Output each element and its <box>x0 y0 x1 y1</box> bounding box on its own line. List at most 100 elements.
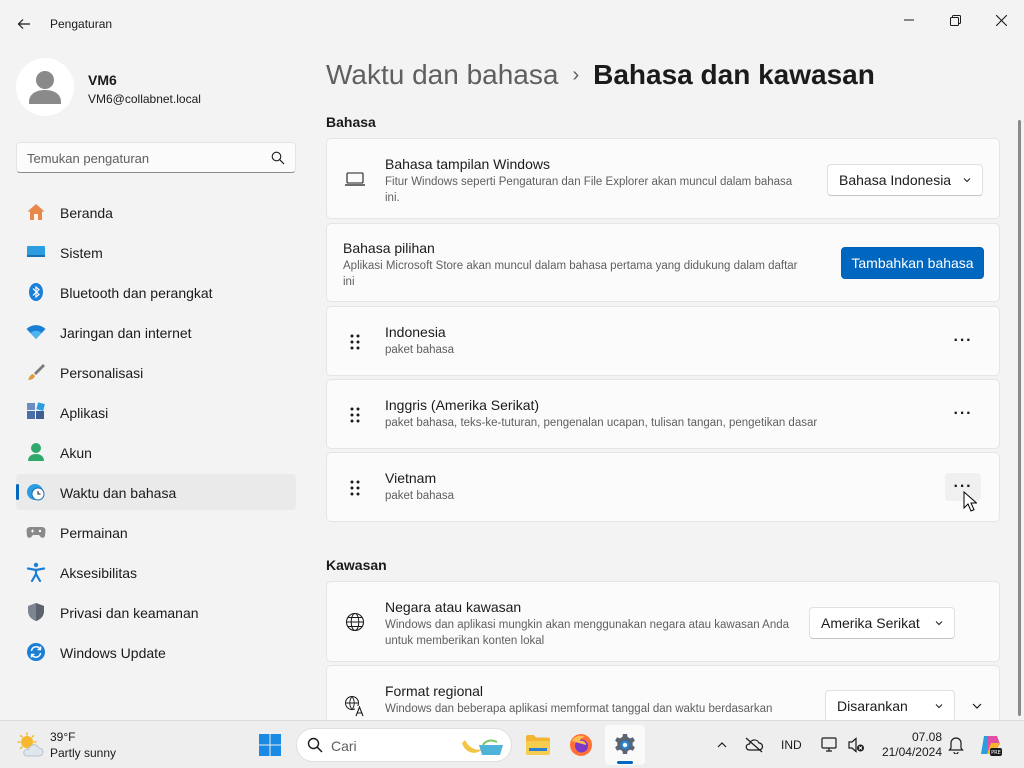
back-button[interactable] <box>10 10 38 38</box>
account-icon <box>26 442 46 462</box>
sidebar-item-permainan[interactable]: Permainan <box>16 514 296 550</box>
partly-sunny-icon[interactable] <box>16 731 44 759</box>
country-region-card: Negara atau kawasan Windows dan aplikasi… <box>326 581 1000 662</box>
language-item-indonesia[interactable]: Indonesia paket bahasa ··· <box>326 306 1000 376</box>
firefox-button[interactable] <box>561 725 601 765</box>
scrollbar[interactable] <box>1018 120 1021 716</box>
start-button[interactable] <box>250 725 290 765</box>
chevron-down-icon <box>963 178 971 183</box>
language-desc: paket bahasa, teks-ke-tuturan, pengenala… <box>385 417 818 429</box>
profile-email: VM6@collabnet.local <box>88 92 201 106</box>
preferred-languages-title: Bahasa pilihan <box>343 240 435 256</box>
drag-handle-icon[interactable] <box>347 478 363 498</box>
speaker-muted-icon <box>848 737 864 753</box>
language-name: Indonesia <box>385 324 446 340</box>
input-language-indicator[interactable]: IND <box>781 738 802 752</box>
clock-date: 21/04/2024 <box>881 745 942 759</box>
sidebar-item-personalisasi[interactable]: Personalisasi <box>16 354 296 390</box>
breadcrumb: Waktu dan bahasa › Bahasa dan kawasan <box>326 59 875 91</box>
minimize-button[interactable] <box>886 4 932 36</box>
volume-status[interactable] <box>844 733 868 757</box>
sidebar-item-label: Waktu dan bahasa <box>60 485 177 501</box>
more-options-button[interactable]: ··· <box>945 327 981 355</box>
sidebar-item-label: Jaringan dan internet <box>60 325 192 341</box>
language-desc: paket bahasa <box>385 344 455 356</box>
bell-icon <box>948 737 964 754</box>
language-item-vietnam[interactable]: Vietnam paket bahasa ··· <box>326 452 1000 522</box>
search-icon <box>307 737 323 753</box>
chevron-down-icon <box>935 704 943 709</box>
sidebar-item-label: Aksesibilitas <box>60 565 138 581</box>
breadcrumb-parent[interactable]: Waktu dan bahasa <box>326 59 558 91</box>
settings-search[interactable] <box>16 142 296 173</box>
sidebar-item-aplikasi[interactable]: Aplikasi <box>16 394 296 430</box>
gamepad-icon <box>26 522 46 542</box>
weather-description[interactable]: Partly sunny <box>50 746 116 760</box>
country-region-dropdown[interactable]: Amerika Serikat <box>809 607 955 639</box>
sidebar-item-label: Personalisasi <box>60 365 144 381</box>
user-profile[interactable]: VM6 VM6@collabnet.local <box>16 58 296 118</box>
sidebar-item-label: Aplikasi <box>60 405 109 421</box>
search-icon <box>271 151 285 165</box>
sidebar-item-label: Privasi dan keamanan <box>60 605 199 621</box>
sidebar-item-label: Akun <box>60 445 92 461</box>
restore-button[interactable] <box>932 4 978 36</box>
restore-icon <box>949 14 961 26</box>
sidebar-item-jaringan[interactable]: Jaringan dan internet <box>16 314 296 350</box>
laptop-icon <box>343 167 367 191</box>
sidebar-item-label: Permainan <box>60 525 128 541</box>
network-status[interactable] <box>818 733 842 757</box>
preferred-languages-card: Bahasa pilihan Aplikasi Microsoft Store … <box>326 223 1000 302</box>
accessibility-icon <box>26 562 46 582</box>
sidebar-item-label: Beranda <box>60 205 113 221</box>
expand-chevron-icon[interactable] <box>971 700 983 712</box>
close-button[interactable] <box>978 4 1024 36</box>
system-clock[interactable]: 07.08 21/04/2024 <box>870 730 942 760</box>
sidebar-item-windows-update[interactable]: Windows Update <box>16 634 296 670</box>
language-name: Vietnam <box>385 470 437 486</box>
sidebar-item-beranda[interactable]: Beranda <box>16 194 296 230</box>
regional-format-desc: Windows dan beberapa aplikasi memformat … <box>385 703 773 715</box>
more-icon: ··· <box>953 332 973 349</box>
close-icon <box>995 14 1007 26</box>
sidebar-item-sistem[interactable]: Sistem <box>16 234 296 270</box>
dropdown-value: Bahasa Indonesia <box>839 172 952 188</box>
display-language-dropdown[interactable]: Bahasa Indonesia <box>827 164 983 196</box>
mouse-cursor-icon <box>963 491 977 512</box>
cloud-offline-icon <box>745 737 764 753</box>
weather-temperature[interactable]: 39°F <box>50 730 75 744</box>
show-hidden-icons-button[interactable] <box>710 733 734 757</box>
sidebar-item-privasi[interactable]: Privasi dan keamanan <box>16 594 296 630</box>
sidebar-item-aksesibilitas[interactable]: Aksesibilitas <box>16 554 296 590</box>
country-region-title: Negara atau kawasan <box>385 599 522 615</box>
add-language-button[interactable]: Tambahkan bahasa <box>841 247 984 279</box>
language-format-icon <box>343 694 367 718</box>
minimize-icon <box>904 19 914 21</box>
settings-taskbar-button[interactable] <box>605 725 645 765</box>
search-highlight-icon <box>462 739 503 755</box>
notifications-button[interactable] <box>944 733 968 757</box>
display-language-card: Bahasa tampilan Windows Fitur Windows se… <box>326 138 1000 219</box>
firefox-icon <box>570 734 592 756</box>
regional-format-dropdown[interactable]: Disarankan <box>825 690 955 721</box>
profile-name: VM6 <box>88 72 117 88</box>
sidebar-item-akun[interactable]: Akun <box>16 434 296 470</box>
more-options-button[interactable]: ··· <box>945 400 981 428</box>
dropdown-value: Amerika Serikat <box>821 615 920 631</box>
shield-icon <box>26 602 46 622</box>
clock-time: 07.08 <box>911 730 942 744</box>
sidebar-item-waktu-bahasa[interactable]: Waktu dan bahasa <box>16 474 296 510</box>
drag-handle-icon[interactable] <box>347 405 363 425</box>
person-avatar-icon <box>29 71 61 104</box>
bluetooth-icon <box>26 282 46 302</box>
taskbar-search[interactable]: Cari <box>296 728 512 762</box>
search-input[interactable] <box>27 149 267 167</box>
file-explorer-button[interactable] <box>518 725 558 765</box>
sidebar-item-bluetooth[interactable]: Bluetooth dan perangkat <box>16 274 296 310</box>
copilot-button[interactable]: PRE <box>978 733 1002 757</box>
language-item-inggris[interactable]: Inggris (Amerika Serikat) paket bahasa, … <box>326 379 1000 449</box>
wifi-icon <box>26 322 46 342</box>
onedrive-status[interactable] <box>742 733 766 757</box>
regional-format-card[interactable]: Format regional Windows dan beberapa apl… <box>326 665 1000 721</box>
drag-handle-icon[interactable] <box>347 332 363 352</box>
